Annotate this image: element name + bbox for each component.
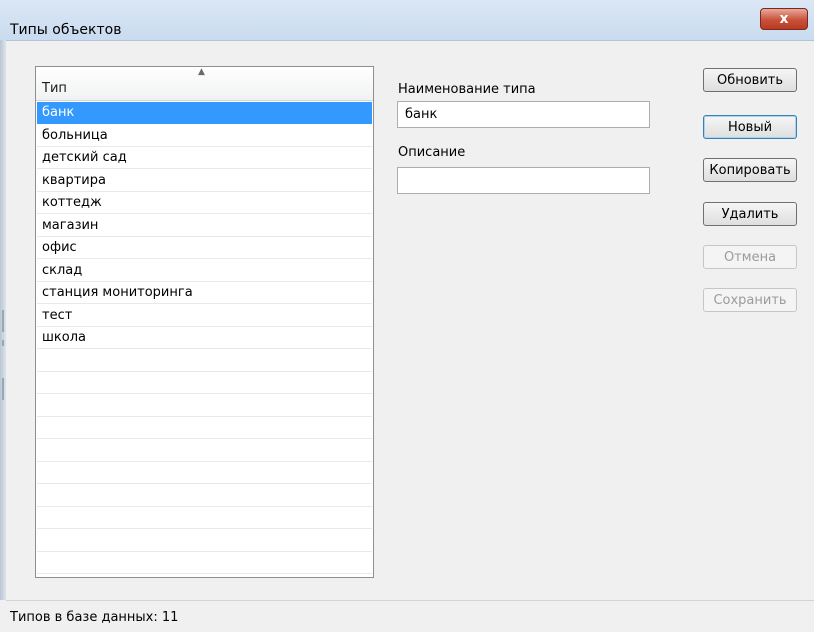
list-item-label: станция мониторинга [42, 285, 193, 300]
list-item[interactable]: детский сад [37, 147, 372, 169]
empty-list-row [37, 552, 372, 574]
edge-grip-mark [2, 340, 4, 346]
edge-grip-mark [2, 378, 4, 400]
list-item-label: коттедж [42, 195, 102, 210]
status-bar: Типов в базе данных: 11 [6, 600, 814, 632]
refresh-button[interactable]: Обновить [703, 68, 797, 92]
title-bar: Типы объектов x [0, 0, 814, 41]
window-title: Типы объектов [10, 22, 122, 38]
empty-list-row [37, 462, 372, 484]
list-item-label: детский сад [42, 150, 127, 165]
list-item[interactable]: квартира [37, 170, 372, 192]
list-item[interactable]: банк [37, 102, 372, 124]
list-item[interactable]: коттедж [37, 192, 372, 214]
list-item[interactable]: офис [37, 237, 372, 259]
list-item[interactable]: школа [37, 327, 372, 349]
list-item-label: квартира [42, 172, 106, 188]
list-item[interactable]: тест [37, 305, 372, 327]
new-button[interactable]: Новый [703, 115, 797, 139]
status-text: Типов в базе данных: 11 [10, 610, 179, 625]
empty-list-row [37, 440, 372, 462]
list-item-label: тест [42, 307, 73, 323]
list-item[interactable]: склад [37, 260, 372, 282]
list-item[interactable]: магазин [37, 215, 372, 237]
list-item-label: магазин [42, 217, 99, 233]
list-item[interactable]: больница [37, 125, 372, 147]
name-label: Наименование типа [398, 82, 536, 97]
save-button[interactable]: Сохранить [703, 288, 797, 312]
list-item[interactable]: станция мониторинга [37, 282, 372, 304]
copy-button[interactable]: Копировать [703, 158, 797, 182]
sort-ascending-icon: ▲ [198, 67, 205, 77]
close-button[interactable]: x [760, 8, 808, 30]
close-icon: x [779, 11, 789, 27]
column-header-type[interactable]: ▲ Тип [36, 67, 373, 101]
list-item-label: банк [42, 105, 75, 120]
empty-list-row [37, 507, 372, 529]
empty-list-row [37, 395, 372, 417]
empty-list-row [37, 530, 372, 552]
delete-button[interactable]: Удалить [703, 202, 797, 226]
name-field[interactable] [397, 101, 650, 128]
empty-list-row [37, 485, 372, 507]
description-label: Описание [398, 145, 466, 160]
window-left-edge [0, 40, 6, 600]
cancel-button[interactable]: Отмена [703, 245, 797, 269]
empty-list-row [37, 350, 372, 372]
description-field[interactable] [397, 167, 650, 194]
list-item-label: склад [42, 262, 83, 278]
empty-list-row [37, 372, 372, 394]
types-list[interactable]: ▲ Тип банк больница детский сад квартира кот… [35, 66, 374, 578]
edge-grip-mark [2, 310, 4, 332]
column-header-label: Тип [42, 81, 67, 96]
list-item-label: офис [42, 240, 77, 255]
list-item-label: больница [42, 127, 108, 143]
empty-list-row [37, 417, 372, 439]
list-item-label: школа [42, 330, 86, 345]
